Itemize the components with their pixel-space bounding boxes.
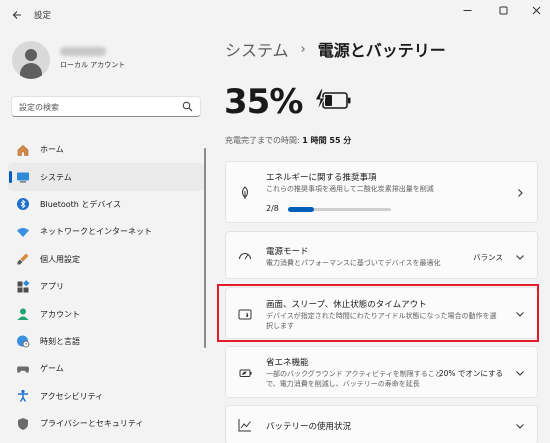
apps-icon <box>16 279 30 294</box>
card-description-line2: で、電力消費を削減し、バッテリーの寿命を延長 <box>266 380 420 388</box>
display-icon <box>16 170 30 184</box>
sidebar-item-label: Bluetooth とデバイス <box>40 199 122 209</box>
arrow-left-icon <box>12 11 21 19</box>
speedometer-icon <box>239 253 251 260</box>
sidebar-item-personalization[interactable]: 個人用設定 <box>8 246 204 273</box>
sidebar-scrollbar[interactable] <box>204 136 207 436</box>
energy-recommendations-card[interactable]: エネルギーに関する推奨事項 これらの推奨事項を適用して二酸化炭素排出量を削減 2… <box>225 161 538 223</box>
power-mode-card[interactable]: 電源モード 電力消費とパフォーマンスに基づいてデバイスを最適化 バランス <box>225 231 538 279</box>
chevron-down-icon[interactable] <box>515 421 525 431</box>
breadcrumb-parent[interactable]: システム <box>225 37 289 61</box>
card-title: エネルギーに関する推奨事項 <box>266 173 377 183</box>
charge-time-value: 1 時間 55 分 <box>302 136 352 145</box>
shield-icon <box>16 417 30 431</box>
back-button[interactable] <box>8 6 26 24</box>
progress-fill <box>288 207 314 212</box>
sidebar-item-accounts[interactable]: アカウント <box>8 300 204 327</box>
avatar-head <box>25 49 37 61</box>
globe-clock-icon <box>16 334 30 348</box>
sidebar-item-label: アカウント <box>40 309 80 319</box>
battery-usage-card[interactable]: バッテリーの使用状況 <box>225 405 538 443</box>
account-icon <box>16 307 30 321</box>
app-title: 設定 <box>34 11 52 21</box>
brush-icon <box>16 252 30 266</box>
card-description: 電力消費とパフォーマンスに基づいてデバイスを最適化 <box>266 259 441 267</box>
sidebar-item-time-language[interactable]: 時刻と言語 <box>8 328 204 355</box>
energy-saver-card[interactable]: 省エネ機能 一部のバックグラウンド アクティビティを制限すること で、電力消費を… <box>225 346 538 398</box>
battery-percentage: 35% <box>224 82 303 122</box>
sidebar-item-label: アクセシビリティ <box>40 391 104 401</box>
user-name-blurred <box>60 47 106 56</box>
home-icon <box>16 143 30 157</box>
maximize-icon <box>499 6 507 15</box>
highlight-annotation-box <box>217 284 539 342</box>
card-title: 電源モード <box>266 247 309 257</box>
maximize-button[interactable] <box>492 4 514 22</box>
close-button[interactable] <box>525 4 547 22</box>
sidebar-item-system[interactable]: システム <box>8 163 204 191</box>
sidebar-item-label: 時刻と言語 <box>40 336 80 346</box>
breadcrumb: システム › 電源とバッテリー <box>225 37 446 61</box>
minimize-icon <box>463 10 471 11</box>
account-type: ローカル アカウント <box>60 61 126 69</box>
page-title: 電源とバッテリー <box>317 41 446 60</box>
sidebar-item-apps[interactable]: アプリ <box>8 273 204 300</box>
power-mode-value[interactable]: バランス <box>473 252 503 263</box>
progress-label: 2/8 <box>266 204 279 213</box>
sidebar-item-label: 個人用設定 <box>40 254 80 264</box>
search-box[interactable] <box>11 96 201 117</box>
sidebar-item-label: ネットワークとインターネット <box>40 227 152 237</box>
sidebar-item-home[interactable]: ホーム <box>8 136 204 163</box>
sidebar-item-label: プライバシーとセキュリティ <box>40 419 144 429</box>
avatar[interactable] <box>12 41 50 79</box>
accessibility-icon <box>16 389 30 403</box>
battery-level-fill <box>325 95 332 106</box>
battery-charging-icon <box>314 88 351 112</box>
sidebar-item-accessibility[interactable]: アクセシビリティ <box>8 383 204 410</box>
sidebar-item-label: ホーム <box>40 145 64 155</box>
recommendations-progress-bar <box>288 207 391 212</box>
sidebar-item-privacy[interactable]: プライバシーとセキュリティ <box>8 410 204 437</box>
chevron-down-icon[interactable] <box>515 252 525 262</box>
sidebar-item-network[interactable]: ネットワークとインターネット <box>8 218 204 245</box>
breadcrumb-separator: › <box>300 41 306 57</box>
chart-line-icon <box>238 419 251 432</box>
wifi-icon <box>16 225 30 239</box>
chevron-down-icon[interactable] <box>515 368 525 378</box>
sidebar-nav: ホーム システム Bluetooth とデバイス ネットワークとインターネット … <box>8 136 204 437</box>
search-input[interactable] <box>19 100 179 114</box>
charge-time-info: 充電完了までの時間: 1 時間 55 分 <box>225 135 351 146</box>
sidebar-scrollbar-thumb[interactable] <box>204 148 206 348</box>
sidebar-item-label: アプリ <box>40 282 64 292</box>
sidebar-item-bluetooth[interactable]: Bluetooth とデバイス <box>8 191 204 218</box>
card-description-line1: 一部のバックグラウンド アクティビティを制限すること <box>266 370 442 378</box>
minimize-button[interactable] <box>456 4 478 22</box>
energy-saver-threshold[interactable]: 20% でオンにする <box>439 368 503 379</box>
card-description: これらの推奨事項を適用して二酸化炭素排出量を削減 <box>266 185 434 193</box>
card-title: バッテリーの使用状況 <box>266 422 352 432</box>
search-icon[interactable] <box>182 101 193 112</box>
sidebar-item-label: システム <box>40 172 72 182</box>
close-icon <box>532 6 540 15</box>
controller-icon <box>16 362 30 376</box>
card-title: 省エネ機能 <box>266 358 309 368</box>
charge-time-label: 充電完了までの時間: <box>225 136 300 145</box>
battery-saver-icon <box>239 369 252 377</box>
sidebar-item-gaming[interactable]: ゲーム <box>8 355 204 382</box>
title-bar: 設定 <box>0 0 550 30</box>
bluetooth-icon <box>16 197 30 211</box>
sidebar-item-label: ゲーム <box>40 364 64 374</box>
chevron-right-icon <box>518 189 523 197</box>
leaf-icon <box>242 186 248 199</box>
avatar-body <box>20 63 42 79</box>
